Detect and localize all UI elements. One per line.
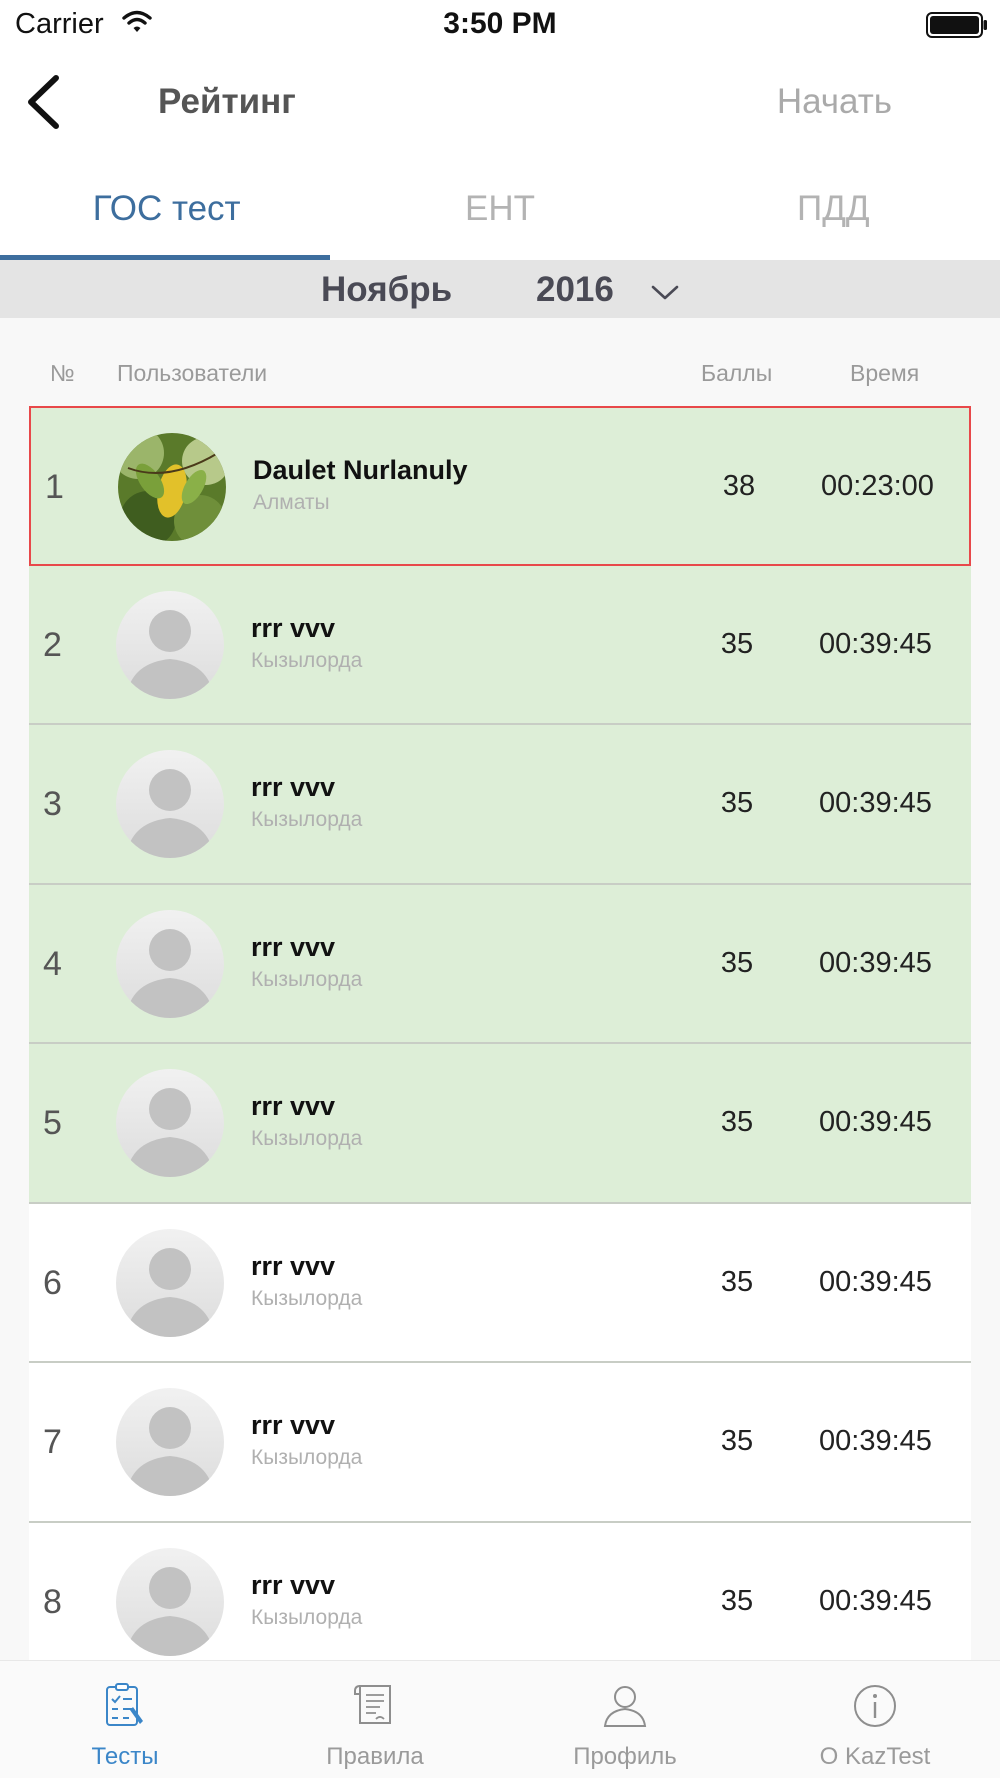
test-type-tabs: ГОС тест ЕНТ ПДД — [0, 155, 1000, 260]
row-rank: 2 — [43, 625, 62, 664]
tab-bar-rules[interactable]: Правила — [250, 1661, 500, 1778]
table-row[interactable]: 4 rrr vvv Кызылорда 35 00:39:45 — [29, 884, 971, 1044]
avatar — [118, 433, 226, 541]
row-rank: 3 — [43, 785, 62, 823]
month-selector[interactable]: Ноябрь — [321, 270, 452, 310]
avatar — [116, 1547, 224, 1656]
tab-bar-about[interactable]: О KazTest — [750, 1661, 1000, 1778]
row-score: 35 — [720, 1265, 754, 1298]
status-bar: Carrier 3:50 PM — [0, 0, 1000, 50]
avatar — [116, 590, 224, 699]
tab-bar-tests[interactable]: Тесты — [0, 1661, 250, 1778]
battery-icon — [926, 12, 987, 38]
table-row[interactable]: 1 Daulet Nurlanuly Алматы 38 00:23:00 — [29, 406, 971, 566]
row-rank: 4 — [43, 944, 62, 983]
back-button[interactable] — [20, 72, 70, 132]
row-score: 35 — [720, 627, 754, 660]
row-score: 38 — [722, 470, 756, 502]
avatar — [116, 750, 224, 858]
profile-icon — [603, 1686, 647, 1727]
row-user-name: rrr vvv — [251, 1569, 336, 1600]
rating-list: 1 Daulet Nurlanuly Алматы 38 00:23:00 2 … — [29, 406, 971, 1660]
avatar — [116, 1228, 224, 1337]
tab-bar-tests-label: Тесты — [91, 1743, 159, 1770]
row-user-city: Кызылорда — [251, 808, 363, 831]
row-time: 00:39:45 — [819, 1584, 932, 1617]
row-user-name: rrr vvv — [251, 1410, 336, 1440]
tab-pdd[interactable]: ПДД — [667, 155, 1000, 260]
row-user-city: Кызылорда — [251, 967, 363, 991]
row-user-city: Кызылорда — [251, 1127, 363, 1150]
period-selector: Ноябрь 2016 — [0, 260, 1000, 318]
table-row[interactable]: 2 rrr vvv Кызылорда 35 00:39:45 — [29, 565, 971, 725]
row-time: 00:39:45 — [819, 1265, 932, 1298]
row-time: 00:39:45 — [819, 1425, 932, 1457]
table-row[interactable]: 6 rrr vvv Кызылорда 35 00:39:45 — [29, 1203, 971, 1363]
row-user-city: Алматы — [253, 491, 330, 514]
column-header-time: Время — [850, 360, 920, 386]
row-rank: 6 — [43, 1263, 62, 1302]
info-icon — [854, 1685, 896, 1727]
row-time: 00:23:00 — [821, 470, 934, 502]
avatar — [116, 1069, 224, 1177]
row-user-city: Кызылорда — [251, 1605, 363, 1629]
row-time: 00:39:45 — [819, 946, 932, 979]
column-header-number: № — [50, 360, 75, 386]
row-user-city: Кызылорда — [251, 1286, 363, 1310]
row-time: 00:39:45 — [819, 627, 932, 660]
row-time: 00:39:45 — [819, 1106, 932, 1138]
chevron-down-icon[interactable] — [650, 282, 680, 302]
row-user-name: rrr vvv — [251, 612, 336, 643]
row-user-name: rrr vvv — [251, 772, 336, 802]
row-score: 35 — [720, 787, 754, 819]
row-user-city: Кызылорда — [251, 1446, 363, 1469]
row-user-city: Кызылорда — [251, 648, 363, 672]
row-score: 35 — [720, 1584, 754, 1617]
tab-bar-profile-label: Профиль — [573, 1743, 677, 1770]
row-rank: 8 — [43, 1582, 62, 1621]
avatar — [116, 909, 224, 1018]
tab-ent[interactable]: ЕНТ — [333, 155, 666, 260]
start-button[interactable]: Начать — [777, 82, 892, 122]
tab-bar-profile[interactable]: Профиль — [500, 1661, 750, 1778]
tab-bar-rules-label: Правила — [326, 1743, 424, 1770]
navigation-bar: Рейтинг Начать — [0, 50, 1000, 155]
row-user-name: rrr vvv — [251, 931, 336, 962]
rules-icon — [354, 1685, 391, 1724]
tab-bar-about-label: О KazTest — [819, 1743, 931, 1770]
page-title: Рейтинг — [158, 82, 296, 121]
row-user-name: rrr vvv — [251, 1250, 336, 1281]
table-row[interactable]: 7 rrr vvv Кызылорда 35 00:39:45 — [29, 1363, 971, 1523]
row-user-name: rrr vvv — [251, 1091, 336, 1121]
table-row[interactable]: 5 rrr vvv Кызылорда 35 00:39:45 — [29, 1044, 971, 1204]
column-header-users: Пользователи — [117, 360, 268, 386]
tests-icon — [106, 1683, 143, 1726]
row-score: 35 — [720, 1106, 754, 1138]
row-rank: 5 — [43, 1104, 62, 1142]
year-selector[interactable]: 2016 — [536, 270, 614, 310]
avatar — [116, 1388, 224, 1496]
row-score: 35 — [720, 1425, 754, 1457]
row-score: 35 — [720, 946, 754, 979]
tab-gos-test[interactable]: ГОС тест — [0, 155, 333, 260]
table-row[interactable]: 3 rrr vvv Кызылорда 35 00:39:45 — [29, 725, 971, 885]
table-header: № Пользователи Баллы Время — [0, 318, 1000, 406]
row-rank: 7 — [43, 1423, 62, 1461]
row-rank: 1 — [45, 468, 64, 506]
status-time: 3:50 PM — [443, 7, 557, 40]
row-user-name: Daulet Nurlanuly — [253, 455, 468, 485]
bottom-tab-bar: Тесты Правила Профиль О KazTest — [0, 1660, 1000, 1778]
row-time: 00:39:45 — [819, 787, 932, 819]
table-row[interactable]: 8 rrr vvv Кызылорда 35 00:39:45 — [29, 1522, 971, 1660]
column-header-score: Баллы — [701, 360, 773, 386]
